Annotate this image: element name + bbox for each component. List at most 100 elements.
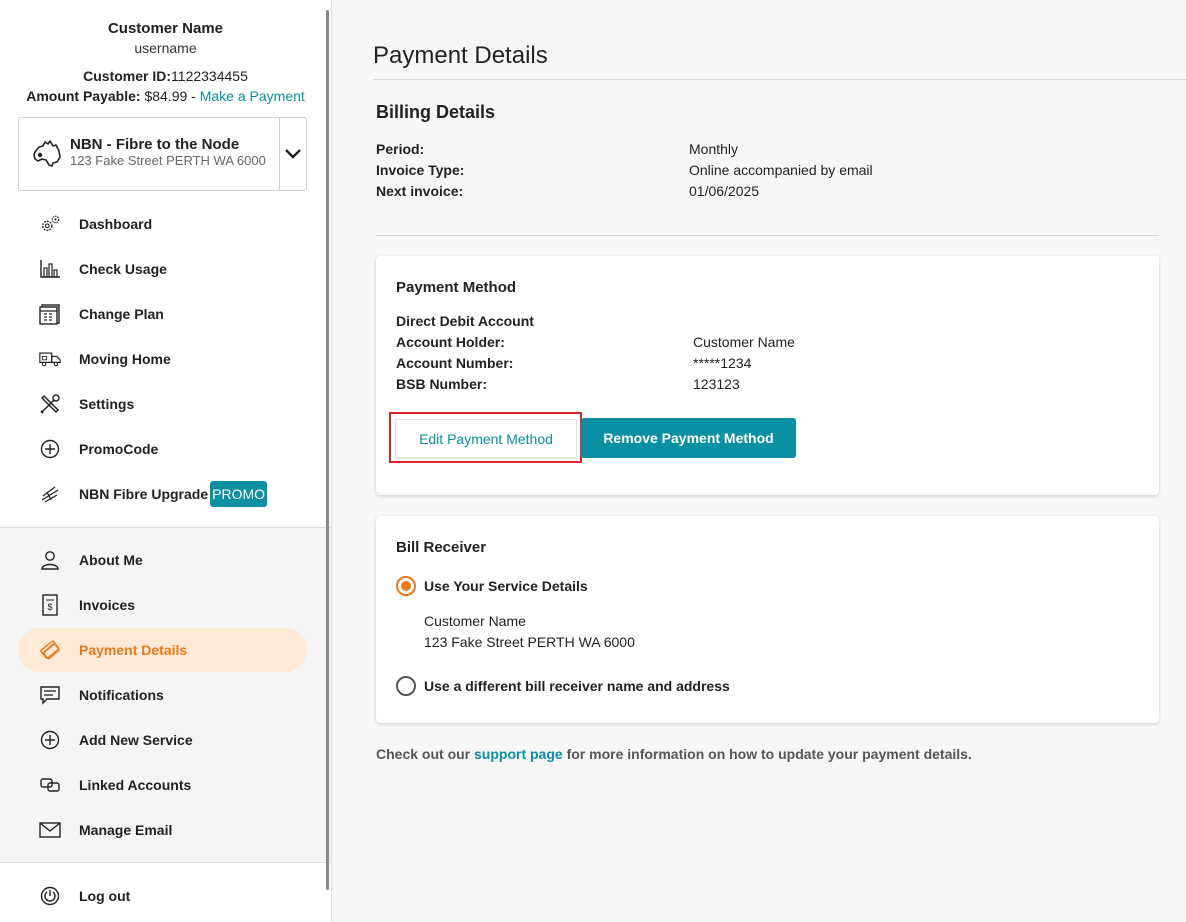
promo-badge: PROMO: [210, 481, 268, 507]
use-service-details-label[interactable]: Use Your Service Details: [424, 578, 588, 594]
australia-map-icon: [33, 140, 61, 167]
invoice-type-label: Invoice Type:: [376, 162, 465, 178]
sidebar-item-label: Manage Email: [79, 822, 173, 838]
sidebar-item-label: Settings: [79, 396, 135, 412]
sidebar-item-label: NBN Fibre Upgrade: [79, 486, 209, 502]
sidebar-item-label: Change Plan: [79, 306, 164, 322]
sidebar-item-label: Payment Details: [79, 642, 188, 658]
bsb-number-value: 123123: [693, 376, 740, 392]
bar-chart-icon: [39, 258, 61, 280]
support-note-prefix: Check out our: [376, 746, 475, 762]
person-icon: [39, 549, 61, 571]
fibre-icon: [39, 483, 61, 505]
sidebar-item-payment-details[interactable]: Payment Details: [18, 628, 307, 672]
plus-circle-icon: [39, 438, 61, 460]
sidebar-item-label: Linked Accounts: [79, 777, 192, 793]
sidebar-item-label: Log out: [79, 888, 131, 904]
receiver-name: Customer Name: [424, 613, 526, 629]
customer-name: Customer Name: [107, 20, 224, 37]
make-payment-link[interactable]: Make a Payment: [200, 88, 305, 104]
payment-method-card: Payment Method Direct Debit Account Acco…: [376, 256, 1159, 495]
next-invoice-label: Next invoice:: [376, 183, 464, 199]
bill-receiver-heading: Bill Receiver: [396, 539, 487, 556]
invoice-type-value: Online accompanied by email: [689, 162, 873, 178]
sidebar-item-dashboard[interactable]: Dashboard: [18, 202, 307, 246]
support-note: Check out our support page for more info…: [376, 746, 972, 762]
sidebar-item-add-new-service[interactable]: Add New Service: [18, 718, 307, 762]
customer-id-label: Customer ID:: [83, 68, 172, 84]
sidebar-item-label: Dashboard: [79, 216, 153, 232]
customer-id-value: 1122334455: [171, 68, 248, 84]
calendar-icon: [39, 303, 61, 325]
invoice-icon: $: [39, 594, 61, 616]
linked-icon: [39, 774, 61, 796]
amount-payable: Amount Payable: $84.99 - Make a Payment: [0, 88, 331, 106]
title-divider: [373, 79, 1186, 80]
sidebar-item-label: Check Usage: [79, 261, 167, 277]
cards-icon: [39, 639, 61, 661]
tools-icon: [39, 393, 61, 415]
sidebar-item-promocode[interactable]: PromoCode: [18, 427, 307, 471]
username: username: [134, 40, 197, 56]
sidebar-item-label: PromoCode: [79, 441, 159, 457]
account-number-value: *****1234: [693, 355, 752, 371]
sidebar-item-label: Add New Service: [79, 732, 193, 748]
sidebar-item-change-plan[interactable]: Change Plan: [18, 292, 307, 336]
edit-payment-method-button[interactable]: Edit Payment Method: [395, 419, 577, 458]
remove-payment-method-button[interactable]: Remove Payment Method: [581, 418, 796, 458]
amount-separator: -: [187, 88, 200, 104]
bsb-number-label: BSB Number:: [396, 376, 488, 392]
sidebar-item-label: About Me: [79, 552, 143, 568]
receiver-address: 123 Fake Street PERTH WA 6000: [424, 634, 635, 650]
support-note-suffix: for more information on how to update yo…: [562, 746, 972, 762]
amount-payable-value: $84.99: [144, 88, 188, 104]
sidebar-item-label: Notifications: [79, 687, 164, 703]
power-icon: [39, 885, 61, 907]
use-service-details-radio[interactable]: [396, 576, 416, 596]
sidebar-item-nbn-fibre-upgrade[interactable]: NBN Fibre Upgrade PROMO: [18, 472, 307, 516]
support-page-link[interactable]: support page: [474, 746, 563, 762]
account-holder-label: Account Holder:: [396, 334, 505, 350]
service-selector[interactable]: NBN - Fibre to the Node 123 Fake Street …: [18, 117, 307, 191]
sidebar-item-about-me[interactable]: About Me: [18, 538, 307, 582]
gears-icon: [39, 213, 61, 235]
customer-info: Customer Name username Customer ID:11223…: [0, 0, 331, 106]
sidebar-item-manage-email[interactable]: Manage Email: [18, 808, 307, 852]
envelope-icon: [39, 819, 61, 841]
service-title: NBN - Fibre to the Node: [70, 136, 240, 153]
sidebar-item-logout[interactable]: Log out: [18, 874, 307, 918]
sidebar-item-notifications[interactable]: Notifications: [18, 673, 307, 717]
different-receiver-radio[interactable]: [396, 676, 416, 696]
billing-period-label: Period:: [376, 141, 425, 157]
billing-divider: [376, 235, 1159, 236]
sidebar-item-invoices[interactable]: $ Invoices: [18, 583, 307, 627]
chat-icon: [39, 684, 61, 706]
bill-receiver-card: Bill Receiver Use Your Service Details C…: [376, 516, 1159, 723]
service-dropdown-toggle[interactable]: [279, 118, 306, 190]
sidebar: Customer Name username Customer ID:11223…: [0, 0, 332, 922]
payment-method-heading: Payment Method: [396, 279, 517, 296]
sidebar-item-label: Invoices: [79, 597, 136, 613]
billing-period-value: Monthly: [689, 141, 739, 157]
service-address: 123 Fake Street PERTH WA 6000: [70, 153, 266, 168]
payment-type: Direct Debit Account: [396, 313, 534, 329]
next-invoice-value: 01/06/2025: [689, 183, 760, 199]
plus-circle-icon: [39, 729, 61, 751]
sidebar-item-moving-home[interactable]: Moving Home: [18, 337, 307, 381]
customer-id: Customer ID:1122334455: [0, 68, 331, 86]
sidebar-item-linked-accounts[interactable]: Linked Accounts: [18, 763, 307, 807]
page-title: Payment Details: [373, 42, 548, 69]
svg-text:$: $: [47, 602, 52, 612]
account-holder-value: Customer Name: [693, 334, 795, 350]
sidebar-scrollbar[interactable]: [326, 10, 329, 890]
main-content: Payment Details Billing Details Period: …: [333, 0, 1186, 922]
chevron-down-icon: [285, 149, 301, 159]
sidebar-item-check-usage[interactable]: Check Usage: [18, 247, 307, 291]
amount-payable-label: Amount Payable:: [26, 88, 141, 104]
sidebar-item-settings[interactable]: Settings: [18, 382, 307, 426]
account-number-label: Account Number:: [396, 355, 514, 371]
different-receiver-label[interactable]: Use a different bill receiver name and a…: [424, 678, 730, 694]
sidebar-item-label: Moving Home: [79, 351, 171, 367]
billing-details-heading: Billing Details: [376, 102, 496, 122]
truck-icon: [39, 348, 61, 370]
